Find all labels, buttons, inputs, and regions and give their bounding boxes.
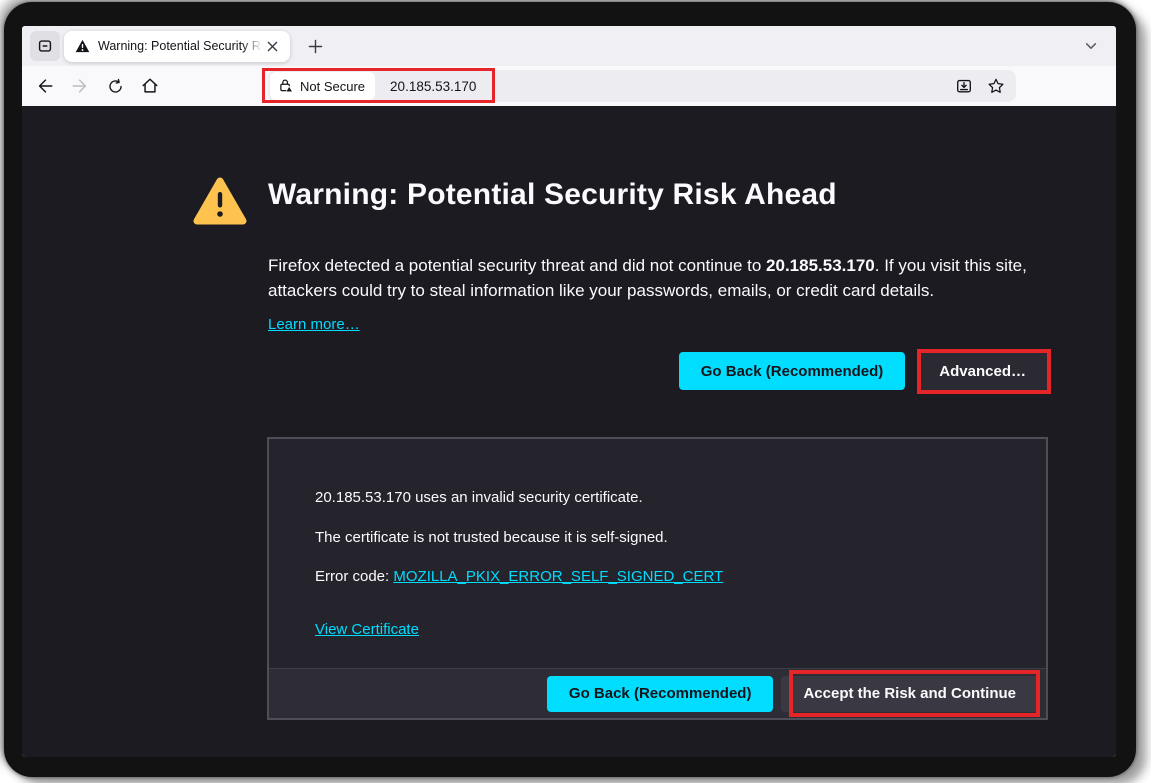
urlbar-action-icons	[950, 72, 1010, 100]
go-back-button[interactable]: Go Back (Recommended)	[679, 352, 906, 390]
error-code-line: Error code: MOZILLA_PKIX_ERROR_SELF_SIGN…	[315, 568, 723, 585]
insecure-lock-icon	[278, 78, 294, 94]
home-button[interactable]	[135, 71, 165, 101]
advanced-panel: 20.185.53.170 uses an invalid security c…	[267, 437, 1048, 720]
navigation-toolbar: Not Secure 20.185.53.170	[22, 66, 1116, 106]
description-host: 20.185.53.170	[766, 256, 875, 275]
page-title: Warning: Potential Security Risk Ahead	[268, 178, 837, 212]
cert-reason-text: The certificate is not trusted because i…	[315, 529, 668, 546]
warning-triangle-icon	[193, 176, 247, 226]
save-download-icon	[955, 77, 973, 95]
screenshot-root: Warning: Potential Security Risk	[0, 0, 1151, 783]
url-bar[interactable]: Not Secure 20.185.53.170	[268, 70, 1016, 102]
advanced-button[interactable]: Advanced…	[917, 352, 1048, 390]
reload-icon	[107, 78, 124, 95]
panel-go-back-button[interactable]: Go Back (Recommended)	[547, 676, 774, 712]
view-certificate-link[interactable]: View Certificate	[315, 621, 419, 638]
tab-strip: Warning: Potential Security Risk	[22, 26, 1116, 66]
error-code-link[interactable]: MOZILLA_PKIX_ERROR_SELF_SIGNED_CERT	[393, 568, 723, 585]
page-description: Firefox detected a potential security th…	[268, 253, 1068, 303]
error-code-label: Error code:	[315, 568, 393, 585]
learn-more-link[interactable]: Learn more…	[268, 316, 360, 333]
bookmark-star-button[interactable]	[982, 72, 1010, 100]
certificate-error-page: Warning: Potential Security Risk Ahead F…	[22, 106, 1116, 757]
cert-invalid-text: 20.185.53.170 uses an invalid security c…	[315, 489, 643, 506]
firefox-view-button[interactable]	[30, 31, 60, 61]
primary-button-row: Go Back (Recommended) Advanced…	[268, 352, 1048, 390]
back-button[interactable]	[30, 71, 60, 101]
description-text: Firefox detected a potential security th…	[268, 256, 766, 275]
window-frame: Warning: Potential Security Risk	[4, 2, 1136, 777]
plus-icon	[308, 39, 323, 54]
accept-risk-button[interactable]: Accept the Risk and Continue	[781, 676, 1038, 712]
browser-window: Warning: Potential Security Risk	[22, 26, 1116, 757]
back-arrow-icon	[36, 77, 54, 95]
tab-list-dropdown-button[interactable]	[1076, 31, 1106, 61]
tab-warning-security-risk[interactable]: Warning: Potential Security Risk	[64, 31, 290, 62]
advanced-panel-footer: Go Back (Recommended) Accept the Risk an…	[269, 668, 1046, 718]
home-icon	[141, 77, 159, 95]
security-status-label: Not Secure	[300, 79, 365, 94]
url-text: 20.185.53.170	[390, 79, 950, 94]
identity-chip[interactable]: Not Secure	[270, 72, 375, 100]
forward-arrow-icon	[71, 77, 89, 95]
star-icon	[987, 77, 1005, 95]
save-page-button[interactable]	[950, 72, 978, 100]
tab-title: Warning: Potential Security Risk	[98, 39, 262, 53]
firefox-view-icon	[36, 37, 54, 55]
reload-button[interactable]	[100, 71, 130, 101]
tab-warning-icon	[75, 39, 90, 53]
chevron-down-icon	[1084, 39, 1098, 53]
forward-button[interactable]	[65, 71, 95, 101]
new-tab-button[interactable]	[300, 31, 330, 61]
tab-close-icon[interactable]	[262, 36, 282, 56]
